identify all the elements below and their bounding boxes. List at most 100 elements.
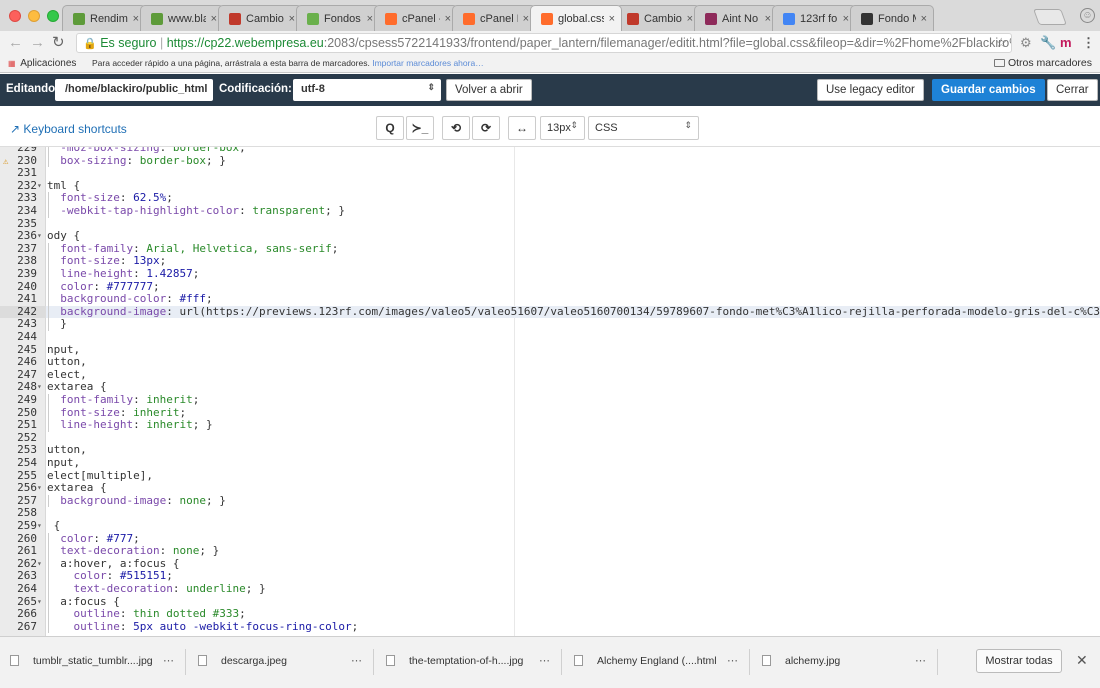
download-item[interactable]: descarga.jpeg <box>198 655 287 667</box>
code-line[interactable]: 261 text-decoration: none; } <box>0 544 1100 558</box>
wrap-toggle-icon[interactable]: ↔ <box>508 116 536 140</box>
tab-close-icon[interactable]: × <box>609 13 615 25</box>
browser-tab[interactable]: cPanel File × <box>452 5 536 31</box>
browser-tab[interactable]: Fondo Met × <box>850 5 934 31</box>
window-minimize-button[interactable] <box>28 10 40 22</box>
bookmark-star-icon[interactable]: ☆ <box>995 34 1007 52</box>
tab-list: Rendimient×www.black×Cambio for×Fondos d… <box>62 5 934 31</box>
import-bookmarks-link[interactable]: Importar marcadores ahora… <box>372 58 484 68</box>
code-line[interactable]: 253 utton, <box>0 444 1100 457</box>
code-line[interactable]: 234 -webkit-tap-highlight-color: transpa… <box>0 204 1100 218</box>
window-zoom-button[interactable] <box>47 10 59 22</box>
download-options-icon[interactable]: ⋯ <box>727 654 738 667</box>
download-item[interactable]: tumblr_static_tumblr....jpg <box>10 655 153 667</box>
fold-toggle-icon[interactable]: ▾ <box>37 381 42 394</box>
tab-close-icon[interactable]: × <box>921 13 927 25</box>
file-path-field[interactable]: /home/blackiro/public_html <box>55 79 213 101</box>
code-line[interactable]: 252 <box>0 431 1100 445</box>
reopen-button[interactable]: Volver a abrir <box>446 79 532 101</box>
extension-icon[interactable]: ⚙ <box>1020 35 1032 51</box>
tab-close-icon[interactable]: × <box>211 13 217 25</box>
code-line[interactable]: 231 <box>0 167 1100 180</box>
line-number: 231 <box>17 166 37 180</box>
url-field[interactable]: 🔒 Es seguro | https://cp22.webempresa.eu… <box>76 33 1012 53</box>
reload-icon[interactable]: ↻ <box>52 35 65 51</box>
code-line[interactable]: 259 ▾ { <box>0 519 1100 533</box>
tab-close-icon[interactable]: × <box>289 13 295 25</box>
undo-icon[interactable]: ⟲ <box>442 116 470 140</box>
tab-close-icon[interactable]: × <box>133 13 139 25</box>
wrench-extension-icon[interactable]: 🔧 <box>1040 35 1056 51</box>
code-line[interactable]: 243 } <box>0 318 1100 331</box>
code-line[interactable]: 257 background-image: none; } <box>0 494 1100 508</box>
tab-title: 123rf fond <box>800 12 838 25</box>
code-line[interactable]: 264 text-decoration: underline; } <box>0 582 1100 596</box>
window-close-button[interactable] <box>9 10 21 22</box>
tab-close-icon[interactable]: × <box>367 13 373 25</box>
close-shelf-icon[interactable]: ✕ <box>1076 652 1088 669</box>
browser-tab[interactable]: www.black × <box>140 5 224 31</box>
close-button[interactable]: Cerrar <box>1047 79 1098 101</box>
code-line[interactable]: 245 nput, <box>0 343 1100 357</box>
tab-close-icon[interactable]: × <box>765 13 771 25</box>
download-item[interactable]: alchemy.jpg <box>762 655 840 667</box>
m-extension-icon[interactable]: m <box>1060 35 1072 50</box>
download-item[interactable]: the-temptation-of-h....jpg <box>386 655 523 667</box>
browser-tab[interactable]: cPanel - Pr × <box>374 5 458 31</box>
code-line[interactable]: 244 <box>0 330 1100 344</box>
browser-tab[interactable]: Fondos de × <box>296 5 380 31</box>
fold-toggle-icon[interactable]: ▾ <box>37 520 42 533</box>
browser-tab[interactable]: Cambio for × <box>218 5 302 31</box>
code-line[interactable]: 242 background-image: url(https://previe… <box>0 305 1100 319</box>
font-size-select[interactable]: 13px ⇕ <box>540 116 585 140</box>
code-line[interactable]: 255 elect[multiple], <box>0 469 1100 483</box>
show-all-downloads-button[interactable]: Mostrar todas <box>976 649 1062 673</box>
download-options-icon[interactable]: ⋯ <box>351 654 362 667</box>
menu-kebab-icon[interactable]: ⋮ <box>1082 35 1095 51</box>
fold-toggle-icon[interactable]: ▾ <box>37 230 42 243</box>
mode-select[interactable]: CSS ⇕ <box>588 116 699 140</box>
redo-icon[interactable]: ⟳ <box>472 116 500 140</box>
save-changes-button[interactable]: Guardar cambios <box>932 79 1045 101</box>
browser-tab[interactable]: Rendimient × <box>62 5 146 31</box>
fold-toggle-icon[interactable]: ▾ <box>37 558 42 571</box>
browser-tab[interactable]: Aint No Pri × <box>694 5 778 31</box>
new-tab-button[interactable] <box>1033 9 1067 25</box>
fold-toggle-icon[interactable]: ▾ <box>37 596 42 609</box>
code-line[interactable]: 267 outline: 5px auto -webkit-focus-ring… <box>0 620 1100 634</box>
download-options-icon[interactable]: ⋯ <box>163 654 174 667</box>
search-icon[interactable]: Q <box>376 116 404 140</box>
tab-close-icon[interactable]: × <box>843 13 849 25</box>
back-arrow-icon[interactable]: ← <box>8 35 23 51</box>
code-line[interactable]: 251 line-height: inherit; } <box>0 418 1100 432</box>
code-line[interactable]: 239 line-height: 1.42857; <box>0 267 1100 281</box>
tab-close-icon[interactable]: × <box>523 13 529 25</box>
other-bookmarks[interactable]: Otros marcadores <box>993 57 1092 69</box>
code-line[interactable]: 235 <box>0 217 1100 231</box>
code-line[interactable]: 246 utton, <box>0 356 1100 369</box>
goto-line-icon[interactable]: ≻_ <box>406 116 434 140</box>
encoding-select[interactable]: utf-8 ⇕ <box>293 79 441 101</box>
code-line[interactable]: 247 elect, <box>0 368 1100 382</box>
download-options-icon[interactable]: ⋯ <box>539 654 550 667</box>
tab-close-icon[interactable]: × <box>687 13 693 25</box>
browser-tab[interactable]: 123rf fond × <box>772 5 856 31</box>
code-editor[interactable]: 229 -moz-box-sizing: border-box; 230 ⚠ box… <box>0 146 1100 636</box>
fold-toggle-icon[interactable]: ▾ <box>37 180 42 193</box>
download-options-icon[interactable]: ⋯ <box>915 654 926 667</box>
code-line[interactable]: 258 <box>0 507 1100 520</box>
forward-arrow-icon[interactable]: → <box>30 35 45 51</box>
keyboard-shortcuts-link[interactable]: ↗ Keyboard shortcuts <box>10 122 127 136</box>
fold-toggle-icon[interactable]: ▾ <box>37 482 42 495</box>
legacy-editor-button[interactable]: Use legacy editor <box>817 79 924 101</box>
download-item[interactable]: Alchemy England (....html <box>574 655 717 667</box>
browser-tab[interactable]: global.css × <box>530 5 622 31</box>
bookmark-apps[interactable]: ▦ Aplicaciones <box>8 58 76 69</box>
tab-close-icon[interactable]: × <box>445 13 451 25</box>
download-separator <box>749 649 750 675</box>
code-line[interactable]: 230 ⚠ box-sizing: border-box; } <box>0 154 1100 168</box>
download-name: tumblr_static_tumblr....jpg <box>33 655 153 667</box>
profile-icon[interactable]: ☺ <box>1080 8 1095 23</box>
browser-tab[interactable]: Cambio de × <box>616 5 700 31</box>
code-line[interactable]: 254 nput, <box>0 456 1100 470</box>
